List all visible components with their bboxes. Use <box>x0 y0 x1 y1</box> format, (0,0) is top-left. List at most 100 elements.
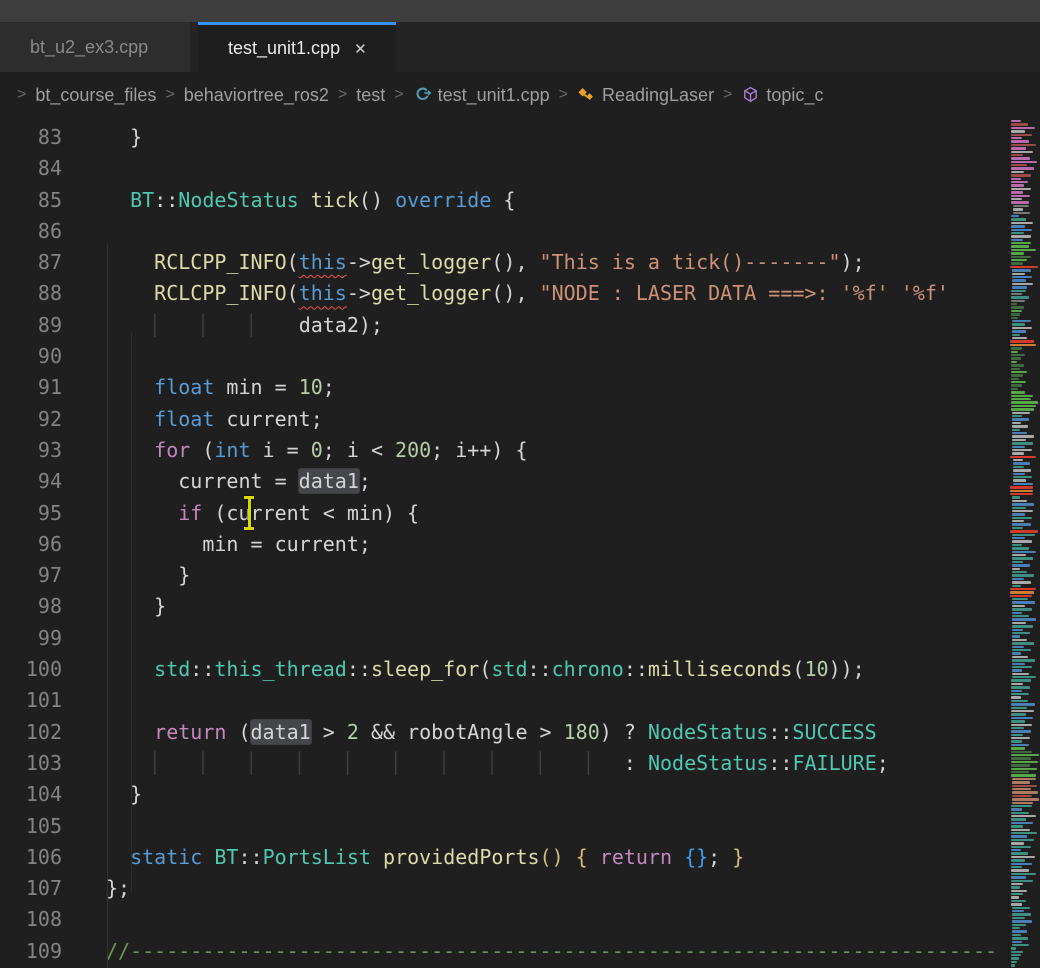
code-line-98[interactable]: 98 } <box>0 591 1006 622</box>
minimap-row <box>1011 808 1022 810</box>
close-icon[interactable]: ✕ <box>354 40 367 58</box>
code-line-103[interactable]: 103 ▏ ▏ ▏ ▏ ▏ ▏ ▏ ▏ ▏ ▏ : NodeStatus::FA… <box>0 748 1006 779</box>
minimap-row <box>1011 693 1029 695</box>
line-number: 96 <box>0 529 62 560</box>
code-text: current = data1; <box>62 466 371 497</box>
minimap-row <box>1013 479 1026 481</box>
breadcrumb-label: behaviortree_ros2 <box>184 85 329 105</box>
minimap-row <box>1011 863 1032 865</box>
minimap-row <box>1012 283 1033 285</box>
code-text: if (current < min) { <box>62 498 419 529</box>
code-line-97[interactable]: 97 } <box>0 560 1006 591</box>
minimap-row <box>1011 957 1019 959</box>
minimap-row <box>1012 649 1031 651</box>
code-editor[interactable]: 83 }8485 BT::NodeStatus tick() override … <box>0 118 1006 968</box>
code-line-108[interactable]: 108 <box>0 904 1006 935</box>
code-line-95[interactable]: 95 if (current < min) { <box>0 498 1006 529</box>
minimap-row <box>1010 266 1038 268</box>
line-number: 93 <box>0 435 62 466</box>
minimap-row <box>1011 401 1038 403</box>
minimap-row <box>1011 866 1022 868</box>
minimap-row <box>1012 568 1020 570</box>
minimap-row <box>1013 483 1033 485</box>
code-line-100[interactable]: 100 std::this_thread::sleep_for(std::chr… <box>0 654 1006 685</box>
code-line-90[interactable]: 90 <box>0 341 1006 372</box>
minimap-row <box>1011 829 1030 831</box>
code-line-109[interactable]: 109//-----------------------------------… <box>0 936 1006 967</box>
minimap-row <box>1012 523 1031 525</box>
code-line-93[interactable]: 93 for (int i = 0; i < 200; i++) { <box>0 435 1006 466</box>
minimap-row <box>1012 571 1027 573</box>
tab-bt_u2_ex3[interactable]: bt_u2_ex3.cpp <box>0 22 190 72</box>
minimap-row <box>1012 276 1032 278</box>
minimap-row <box>1011 852 1028 854</box>
line-number: 91 <box>0 372 62 403</box>
code-text: float min = 10; <box>62 372 335 403</box>
minimap-row <box>1012 585 1021 587</box>
code-line-87[interactable]: 87 RCLCPP_INFO(this->get_logger(), "This… <box>0 247 1006 278</box>
minimap-row <box>1012 496 1020 498</box>
code-line-106[interactable]: 106 static BT::PortsList providedPorts()… <box>0 842 1006 873</box>
minimap-row <box>1010 340 1034 342</box>
breadcrumb-item-test_unit1.cpp[interactable]: test_unit1.cpp <box>413 85 550 106</box>
minimap-row <box>1011 774 1036 776</box>
code-line-83[interactable]: 83 } <box>0 122 1006 153</box>
breadcrumb-item-topic_c[interactable]: topic_c <box>741 85 823 106</box>
minimap-row <box>1012 652 1021 654</box>
line-number: 103 <box>0 748 62 779</box>
code-line-107[interactable]: 107}; <box>0 873 1006 904</box>
code-line-89[interactable]: 89 ▏ ▏ ▏ data2); <box>0 310 1006 341</box>
code-line-102[interactable]: 102 return (data1 > 2 && robotAngle > 18… <box>0 717 1006 748</box>
minimap-row <box>1012 269 1031 271</box>
breadcrumb-item-behaviortree_ros2[interactable]: behaviortree_ros2 <box>184 85 329 106</box>
code-line-96[interactable]: 96 min = current; <box>0 529 1006 560</box>
minimap-row <box>1011 191 1023 193</box>
minimap-row <box>1011 890 1027 892</box>
minimap-row <box>1011 130 1025 132</box>
breadcrumb-item-ReadingLaser[interactable]: ReadingLaser <box>577 85 714 106</box>
code-line-105[interactable]: 105 <box>0 811 1006 842</box>
code-text: RCLCPP_INFO(this->get_logger(), "NODE : … <box>62 278 949 309</box>
chevron-right-icon: > <box>559 86 568 104</box>
code-line-104[interactable]: 104 } <box>0 779 1006 810</box>
class-icon <box>577 85 596 104</box>
minimap-row <box>1010 530 1038 532</box>
code-line-101[interactable]: 101 <box>0 685 1006 716</box>
tab-test_unit1[interactable]: test_unit1.cpp ✕ <box>198 22 396 72</box>
code-line-85[interactable]: 85 BT::NodeStatus tick() override { <box>0 185 1006 216</box>
minimap-row <box>1011 740 1022 742</box>
field-icon <box>741 85 760 104</box>
breadcrumb-item-test[interactable]: test <box>356 85 385 106</box>
minimap-row <box>1011 886 1020 888</box>
breadcrumb-item-bt_course_files[interactable]: bt_course_files <box>35 85 156 106</box>
minimap-row <box>1012 551 1036 553</box>
code-line-99[interactable]: 99 <box>0 623 1006 654</box>
minimap-row <box>1012 320 1031 322</box>
line-number: 105 <box>0 811 62 842</box>
code-line-88[interactable]: 88 RCLCPP_INFO(this->get_logger(), "NODE… <box>0 278 1006 309</box>
line-number: 94 <box>0 466 62 497</box>
minimap[interactable] <box>1008 118 1040 968</box>
minimap-row <box>1011 256 1031 258</box>
minimap-row <box>1011 686 1030 688</box>
minimap-row <box>1012 435 1034 437</box>
minimap-row <box>1011 225 1025 227</box>
minimap-row <box>1012 432 1027 434</box>
code-text: std::this_thread::sleep_for(std::chrono:… <box>62 654 865 685</box>
code-line-84[interactable]: 84 <box>0 153 1006 184</box>
vscode-window: bt_u2_ex3.cpp test_unit1.cpp ✕ > bt_cours… <box>0 0 1040 968</box>
minimap-row <box>1011 768 1037 770</box>
minimap-row <box>1011 683 1023 685</box>
chevron-right-icon: > <box>17 86 26 104</box>
minimap-row <box>1011 198 1022 200</box>
code-line-91[interactable]: 91 float min = 10; <box>0 372 1006 403</box>
code-line-94[interactable]: 94 current = data1; <box>0 466 1006 497</box>
minimap-row <box>1013 459 1023 461</box>
line-number: 98 <box>0 591 62 622</box>
code-line-92[interactable]: 92 float current; <box>0 404 1006 435</box>
code-text <box>62 904 106 935</box>
code-line-86[interactable]: 86 <box>0 216 1006 247</box>
minimap-row <box>1012 418 1029 420</box>
minimap-row <box>1011 713 1026 715</box>
minimap-row <box>1012 561 1023 563</box>
